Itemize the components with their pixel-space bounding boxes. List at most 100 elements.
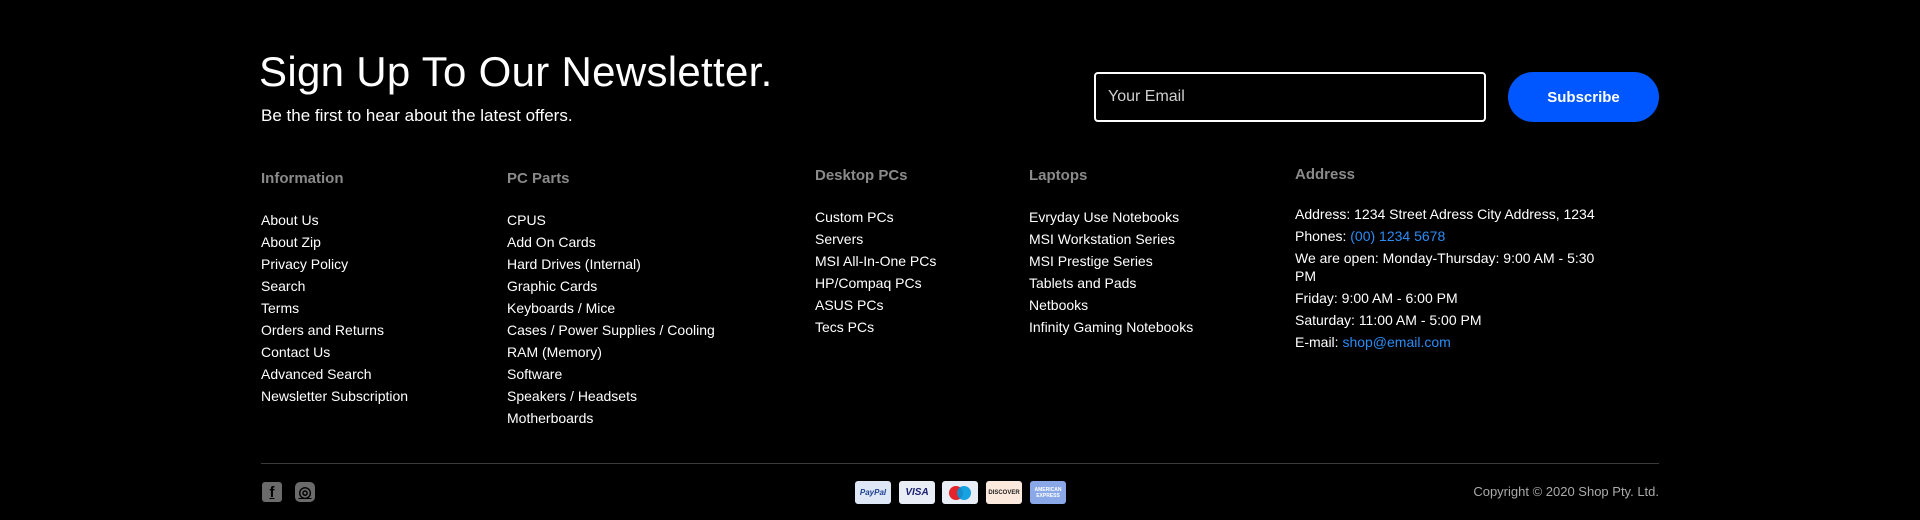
list-item[interactable]: Speakers / Headsets [507,385,715,407]
address-line: Address: 1234 Street Adress City Address… [1295,206,1595,222]
information-heading: Information [261,170,344,187]
list-item[interactable]: RAM (Memory) [507,341,715,363]
footer-link[interactable]: Servers [815,231,863,247]
hours-weekday: We are open: Monday-Thursday: 9:00 AM - … [1295,250,1595,284]
footer-link[interactable]: Evryday Use Notebooks [1029,209,1179,225]
list-item[interactable]: Software [507,363,715,385]
email-input[interactable] [1094,72,1486,122]
footer-link[interactable]: MSI Workstation Series [1029,231,1175,247]
footer-link[interactable]: Privacy Policy [261,256,348,272]
list-item[interactable]: Servers [815,228,936,250]
phones-line: Phones: (00) 1234 5678 [1295,227,1595,245]
email-label: E-mail: [1295,334,1343,350]
email-link[interactable]: shop@email.com [1342,334,1450,350]
list-item[interactable]: Custom PCs [815,206,936,228]
list-item[interactable]: Cases / Power Supplies / Cooling [507,319,715,341]
footer-link[interactable]: About Us [261,212,319,228]
address-column: Address Address: 1234 Street Adress City… [1295,166,1595,355]
list-item[interactable]: Tecs PCs [815,316,936,338]
laptops-heading: Laptops [1029,167,1088,184]
footer-link[interactable]: Netbooks [1029,297,1088,313]
list-item[interactable]: Privacy Policy [261,253,408,275]
list-item[interactable]: Advanced Search [261,363,408,385]
list-item[interactable]: MSI Prestige Series [1029,250,1193,272]
list-item[interactable]: ASUS PCs [815,294,936,316]
footer-link[interactable]: About Zip [261,234,321,250]
footer-link[interactable]: Advanced Search [261,366,372,382]
instagram-icon[interactable]: ◎ [295,482,315,502]
list-item[interactable]: About Zip [261,231,408,253]
list-item[interactable]: HP/Compaq PCs [815,272,936,294]
footer-link[interactable]: Contact Us [261,344,330,360]
footer-link[interactable]: HP/Compaq PCs [815,275,922,291]
facebook-icon[interactable]: f [262,482,282,502]
laptops-list: Evryday Use Notebooks MSI Workstation Se… [1029,206,1193,338]
amex-icon: AMERICAN EXPRESS [1030,481,1066,504]
copyright-text: Copyright © 2020 Shop Pty. Ltd. [1473,484,1659,499]
list-item[interactable]: Keyboards / Mice [507,297,715,319]
discover-icon: DISCOVER [986,481,1022,504]
footer-link[interactable]: Custom PCs [815,209,894,225]
footer-link[interactable]: ASUS PCs [815,297,883,313]
footer-link[interactable]: Search [261,278,305,294]
maestro-circles [949,485,971,500]
visa-icon: VISA [899,481,935,504]
footer-link[interactable]: Speakers / Headsets [507,388,637,404]
paypal-icon: PayPal [855,481,891,504]
footer-link[interactable]: MSI All-In-One PCs [815,253,936,269]
list-item[interactable]: Infinity Gaming Notebooks [1029,316,1193,338]
information-column: Information About Us About Zip Privacy P… [261,170,408,407]
hours-friday: Friday: 9:00 AM - 6:00 PM [1295,290,1458,306]
footer-link[interactable]: Graphic Cards [507,278,597,294]
footer-link[interactable]: Newsletter Subscription [261,388,408,404]
address-heading: Address [1295,166,1356,183]
footer-divider [261,463,1659,464]
footer-link[interactable]: Tecs PCs [815,319,874,335]
address-list: Address: 1234 Street Adress City Address… [1295,205,1595,351]
footer-link[interactable]: Cases / Power Supplies / Cooling [507,322,715,338]
information-list: About Us About Zip Privacy Policy Search… [261,209,408,407]
footer-link[interactable]: Software [507,366,562,382]
list-item[interactable]: Contact Us [261,341,408,363]
list-item[interactable]: MSI Workstation Series [1029,228,1193,250]
footer-link[interactable]: CPUS [507,212,546,228]
list-item[interactable]: Evryday Use Notebooks [1029,206,1193,228]
footer-link[interactable]: Terms [261,300,299,316]
list-item[interactable]: MSI All-In-One PCs [815,250,936,272]
list-item[interactable]: Search [261,275,408,297]
list-item[interactable]: Tablets and Pads [1029,272,1193,294]
list-item[interactable]: Newsletter Subscription [261,385,408,407]
desktop-pcs-heading: Desktop PCs [815,167,908,184]
list-item[interactable]: Hard Drives (Internal) [507,253,715,275]
footer-link[interactable]: Keyboards / Mice [507,300,615,316]
list-item[interactable]: Terms [261,297,408,319]
list-item[interactable]: Motherboards [507,407,715,429]
subscribe-button[interactable]: Subscribe [1508,72,1659,122]
footer-link[interactable]: MSI Prestige Series [1029,253,1153,269]
newsletter-title: Sign Up To Our Newsletter. [259,48,773,95]
pc-parts-heading: PC Parts [507,170,570,187]
footer-link[interactable]: Orders and Returns [261,322,384,338]
list-item[interactable]: Netbooks [1029,294,1193,316]
maestro-icon [942,481,978,504]
list-item[interactable]: About Us [261,209,408,231]
footer-link[interactable]: Motherboards [507,410,593,426]
footer-link[interactable]: Hard Drives (Internal) [507,256,641,272]
list-item[interactable]: Orders and Returns [261,319,408,341]
hours-saturday: Saturday: 11:00 AM - 5:00 PM [1295,312,1482,328]
phones-label: Phones: [1295,228,1351,244]
list-item[interactable]: CPUS [507,209,715,231]
footer-link[interactable]: Add On Cards [507,234,596,250]
pc-parts-column: PC Parts CPUS Add On Cards Hard Drives (… [507,170,715,429]
newsletter-subtitle: Be the first to hear about the latest of… [261,106,573,125]
footer-link[interactable]: Infinity Gaming Notebooks [1029,319,1193,335]
email-line: E-mail: shop@email.com [1295,333,1595,351]
list-item[interactable]: Graphic Cards [507,275,715,297]
phone-link[interactable]: (00) 1234 5678 [1350,228,1445,244]
footer-link[interactable]: Tablets and Pads [1029,275,1136,291]
pc-parts-list: CPUS Add On Cards Hard Drives (Internal)… [507,209,715,429]
list-item[interactable]: Add On Cards [507,231,715,253]
footer-link[interactable]: RAM (Memory) [507,344,602,360]
desktop-pcs-list: Custom PCs Servers MSI All-In-One PCs HP… [815,206,936,338]
desktop-pcs-column: Desktop PCs Custom PCs Servers MSI All-I… [815,167,936,338]
